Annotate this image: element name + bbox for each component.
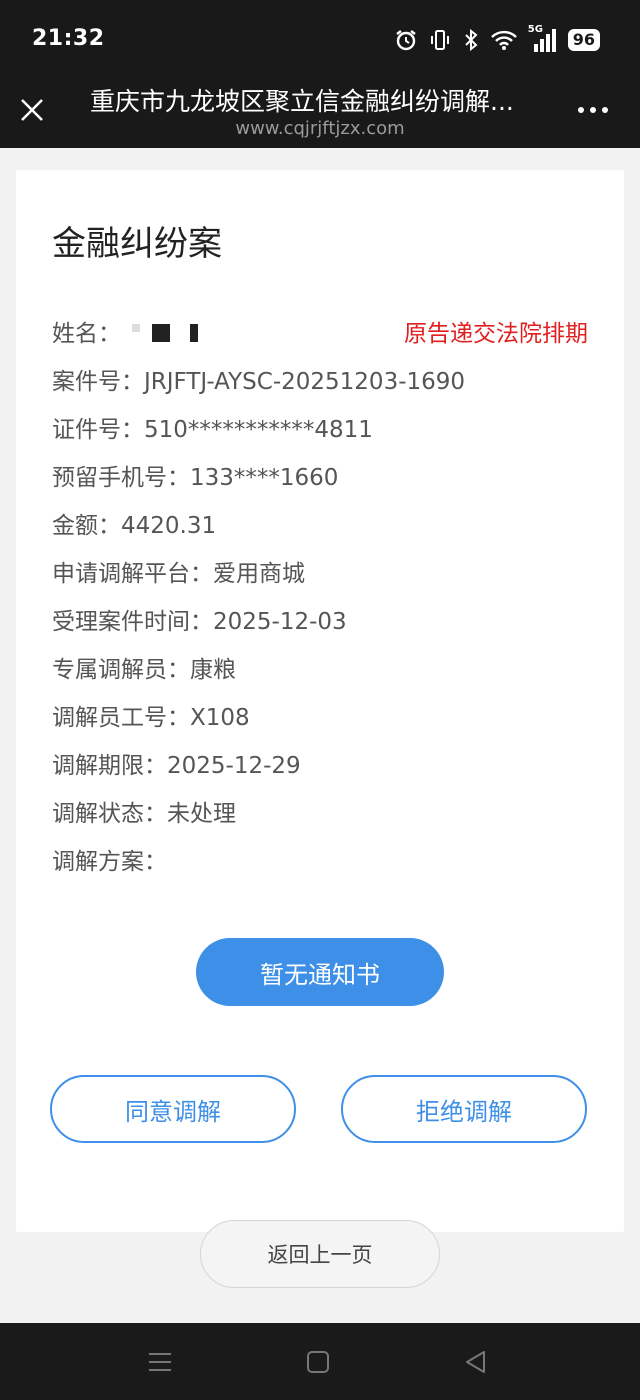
page-title: 重庆市九龙坡区聚立信金融纠纷调解... (90, 87, 514, 116)
page-url: www.cqjrjftjzx.com (235, 118, 405, 139)
browser-header: 重庆市九龙坡区聚立信金融纠纷调解... www.cqjrjftjzx.com (0, 80, 640, 148)
more-dots-icon[interactable] (578, 100, 612, 120)
field-plan: 调解方案： (52, 849, 167, 875)
alarm-icon (396, 30, 416, 51)
field-status: 调解状态：未处理 (52, 801, 236, 827)
system-nav-bar (0, 1323, 640, 1400)
masked-name (132, 320, 222, 342)
back-icon[interactable] (462, 1349, 490, 1375)
back-button[interactable]: 返回上一页 (200, 1220, 440, 1288)
home-icon[interactable] (304, 1349, 332, 1375)
case-title: 金融纠纷案 (52, 224, 222, 264)
field-platform: 申请调解平台：爱用商城 (52, 561, 305, 587)
wifi-icon (490, 30, 517, 50)
field-mediator: 专属调解员：康粮 (52, 657, 236, 683)
clock: 21:32 (32, 26, 105, 51)
field-deadline: 调解期限：2025-12-29 (52, 753, 301, 779)
status-icons: 5G 96 (394, 24, 600, 56)
agree-mediation-button[interactable]: 同意调解 (50, 1075, 296, 1143)
field-amount: 金额：4420.31 (52, 513, 217, 539)
field-id-number: 证件号：510***********4811 (52, 417, 373, 443)
vibrate-icon (430, 30, 449, 50)
battery-icon: 96 (567, 29, 600, 51)
field-case-number: 案件号：JRJFTJ-AYSC-20251203-1690 (52, 369, 466, 395)
refuse-mediation-button[interactable]: 拒绝调解 (341, 1075, 587, 1143)
case-card: 金融纠纷案 姓名： 原告递交法院排期 案件号：JRJFTJ-AYSC-20251… (16, 170, 624, 1232)
bluetooth-icon (465, 28, 478, 52)
case-status-note: 原告递交法院排期 (404, 321, 588, 347)
field-phone: 预留手机号：133****1660 (52, 465, 339, 491)
field-accept-time: 受理案件时间：2025-12-03 (52, 609, 347, 635)
status-bar: 21:32 5G 96 (0, 0, 640, 80)
menu-icon[interactable] (146, 1349, 174, 1375)
notice-button[interactable]: 暂无通知书 (196, 938, 444, 1006)
signal-icon: 5G (528, 24, 558, 54)
field-mediator-id: 调解员工号：X108 (52, 705, 250, 731)
field-name: 姓名： (52, 321, 121, 347)
